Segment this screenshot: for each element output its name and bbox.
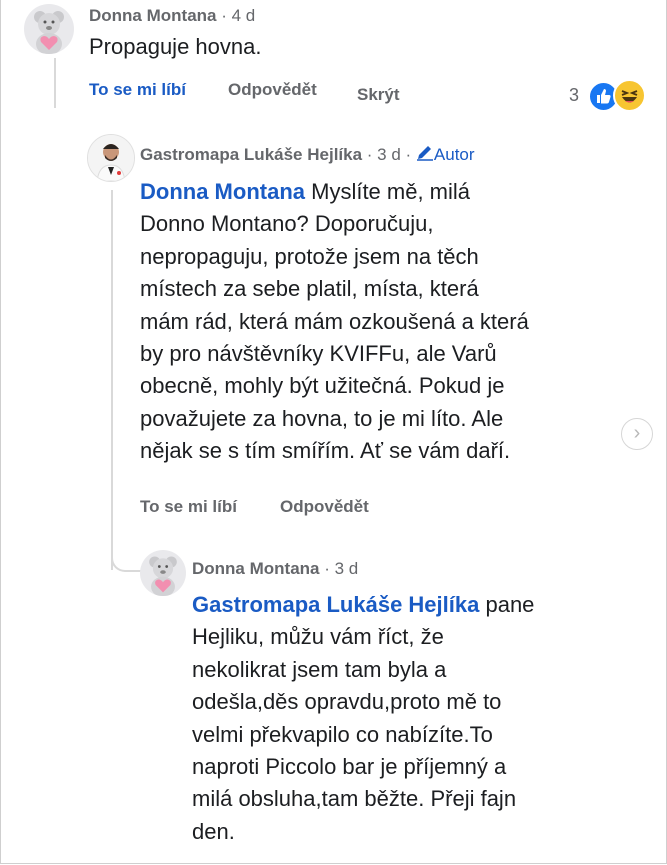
reply-line: naproti Piccolo bar je příjemný a xyxy=(192,754,507,780)
avatar[interactable] xyxy=(87,134,135,182)
avatar[interactable] xyxy=(140,550,186,596)
pencil-icon xyxy=(416,146,433,161)
mention-link[interactable]: Donna Montana xyxy=(140,179,305,204)
reply-line: místech za sebe platil, místa, která xyxy=(140,276,479,302)
like-button[interactable]: To se mi líbí xyxy=(140,497,237,517)
reply-time[interactable]: · 3 d xyxy=(320,559,358,578)
reply-line: milá obsluha,tam běžte. Přeji fajn xyxy=(192,786,517,812)
comment-text: Propaguje hovna. xyxy=(89,34,262,59)
reply-time[interactable]: · 3 d · xyxy=(362,145,416,164)
reply-line: mám rád, která mám ozkoušená a která xyxy=(140,308,529,334)
reply-author[interactable]: Gastromapa Lukáše Hejlíka · 3 d · Autor xyxy=(140,145,475,165)
reply-line: nepropaguju, protože jsem na těch xyxy=(140,243,479,269)
reply-text: Donna Montana Myslíte mě, milá Donno Mon… xyxy=(140,176,529,468)
comment-time[interactable]: · 4 d xyxy=(217,6,255,25)
reply-line: by pro návštěvníky KVIFFu, ale Varů xyxy=(140,341,497,367)
reply-line: odešla,děs opravdu,proto mě to xyxy=(192,689,502,715)
reply-button[interactable]: Odpovědět xyxy=(280,497,369,517)
reply-line: nekolikrat jsem tam byla a xyxy=(192,656,447,682)
author-badge: Autor xyxy=(416,145,475,164)
author-name[interactable]: Donna Montana xyxy=(89,6,217,25)
chevron-right-icon: › xyxy=(633,422,641,444)
reply-line: Donno Montano? Doporučuju, xyxy=(140,211,434,237)
author-badge-label: Autor xyxy=(433,145,475,164)
reaction-count[interactable]: 3 xyxy=(569,85,579,106)
teddy-bear-icon xyxy=(149,556,177,596)
thread-line-nested xyxy=(111,190,113,570)
reply-author[interactable]: Donna Montana · 3 d xyxy=(192,559,358,579)
reply-line: Donna Montana Myslíte mě, milá xyxy=(140,179,471,204)
thread-curve xyxy=(111,540,141,572)
thread-line xyxy=(54,58,56,108)
reply-button[interactable]: Odpovědět xyxy=(228,80,317,100)
mention-link[interactable]: Gastromapa Lukáše Hejlíka xyxy=(192,592,479,617)
reply-line: velmi překvapilo co nabízíte.To xyxy=(192,721,493,747)
reply-line: obecně, mohly být užitečná. Pokud je xyxy=(140,373,505,399)
teddy-bear-icon xyxy=(34,11,64,54)
author-name[interactable]: Gastromapa Lukáše Hejlíka xyxy=(140,145,362,164)
reply-line: den. xyxy=(192,818,235,844)
profile-photo-icon xyxy=(88,135,134,181)
reply-line: nějak se s tím smířím. Ať se vám daří. xyxy=(140,438,511,464)
scroll-right-button[interactable]: › xyxy=(621,418,653,450)
reply-line: považujete za hovna, to je mi líto. Ale xyxy=(140,405,504,431)
author-name[interactable]: Donna Montana xyxy=(192,559,320,578)
haha-icon[interactable] xyxy=(613,79,646,112)
avatar[interactable] xyxy=(24,4,74,54)
like-button[interactable]: To se mi líbí xyxy=(89,80,186,100)
reply-line: Gastromapa Lukáše Hejlíka pane xyxy=(192,592,535,617)
reply-text: Gastromapa Lukáše Hejlíka pane Hejliku, … xyxy=(192,589,534,848)
comment-author[interactable]: Donna Montana · 4 d xyxy=(89,6,255,26)
reply-line: Hejliku, můžu vám říct, že xyxy=(192,624,444,650)
hide-button[interactable]: Skrýt xyxy=(357,85,400,105)
